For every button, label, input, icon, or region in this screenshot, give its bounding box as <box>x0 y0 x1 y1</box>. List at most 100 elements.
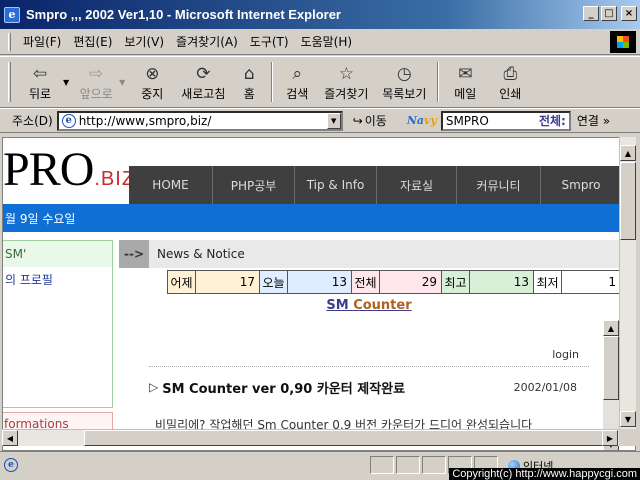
toolbar-separator <box>437 62 440 102</box>
nav-smpro[interactable]: Smpro <box>541 166 621 204</box>
forward-button[interactable]: ⇨ 앞으로 <box>73 58 119 106</box>
go-button[interactable]: ↪ 이동 <box>353 112 387 129</box>
counter-label: 최고 <box>442 271 470 293</box>
favorites-icon: ☆ <box>338 63 354 84</box>
page-favicon-icon: e <box>61 113 76 128</box>
menu-edit[interactable]: 편집(E) <box>67 33 118 50</box>
status-cell <box>396 456 420 474</box>
refresh-button[interactable]: ⟳ 새로고침 <box>175 58 231 106</box>
status-cell <box>370 456 394 474</box>
login-link[interactable]: login <box>552 348 579 361</box>
back-button[interactable]: ⇦ 뒤로 <box>17 58 63 106</box>
news-header: --> News & Notice <box>119 240 621 268</box>
scroll-up-icon[interactable]: ▲ <box>620 145 636 161</box>
post-date: 2002/01/08 <box>513 380 577 394</box>
search-button[interactable]: ⌕ 검색 <box>277 58 317 106</box>
counter-title-link[interactable]: SM Counter <box>119 298 619 313</box>
standard-toolbar: ⇦ 뒤로 ▼ ⇨ 앞으로 ▼ ⊗ 중지 ⟳ 새로고침 ⌂ 홈 ⌕ 검색 ☆ 즐겨… <box>0 56 640 108</box>
page-vertical-scrollbar[interactable]: ▲ ▼ <box>619 137 636 429</box>
browser-window: e Smpro ,,, 2002 Ver1,10 - Microsoft Int… <box>0 0 640 480</box>
scroll-down-icon[interactable]: ▼ <box>620 411 636 427</box>
site-nav: HOME PHP공부 Tip & Info 자료실 커뮤니티 Smpro <box>129 166 621 204</box>
scroll-right-icon[interactable]: ▶ <box>602 430 618 446</box>
history-button[interactable]: ◷ 목록보기 <box>375 58 433 106</box>
minimize-button[interactable]: _ <box>583 6 599 21</box>
page-done-icon: e <box>4 458 18 472</box>
home-icon: ⌂ <box>243 63 255 84</box>
scroll-left-icon[interactable]: ◀ <box>2 430 18 446</box>
address-bar: 주소(D) e http://www,smpro,biz/ ▼ ↪ 이동 Nav… <box>0 108 640 133</box>
history-label: 목록보기 <box>382 86 427 101</box>
ie-icon: e <box>4 6 20 23</box>
scrollbar-corner <box>619 429 636 446</box>
print-icon: ⎙ <box>503 63 518 84</box>
profile-box: SM' 의 프로필 <box>3 240 113 408</box>
menu-view[interactable]: 보기(V) <box>118 33 170 50</box>
post-bullet-icon: ▷ <box>149 380 159 394</box>
favorites-button[interactable]: ☆ 즐겨찾기 <box>317 58 375 106</box>
maximize-button[interactable]: □ <box>601 6 617 21</box>
navy-logo-part-a: Na <box>406 114 425 127</box>
main-content: --> News & Notice 어제 17 오늘 13 전체 29 최고 1… <box>119 240 621 450</box>
navy-search-value: SMPRO <box>445 113 489 128</box>
nav-archive[interactable]: 자료실 <box>377 166 457 204</box>
forward-arrow-icon: ⇨ <box>89 63 104 84</box>
counter-label: 전체 <box>352 271 380 293</box>
date-bar: 월 9일 수요일 <box>3 204 621 232</box>
menu-help[interactable]: 도움말(H) <box>295 33 359 50</box>
links-button[interactable]: 연결 » <box>577 112 610 129</box>
close-button[interactable]: × <box>621 6 637 21</box>
post-title[interactable]: SM Counter ver 0,90 카운터 제작완료 <box>162 378 405 397</box>
dotted-divider <box>149 366 589 367</box>
address-label: 주소(D) <box>12 114 53 128</box>
address-input[interactable]: e http://www,smpro,biz/ ▼ <box>56 110 343 131</box>
title-bar[interactable]: e Smpro ,,, 2002 Ver1,10 - Microsoft Int… <box>0 0 640 29</box>
stop-icon: ⊗ <box>145 63 160 84</box>
news-scroll-up-icon[interactable]: ▲ <box>603 320 619 336</box>
address-url: http://www,smpro,biz/ <box>78 113 212 128</box>
home-button[interactable]: ⌂ 홈 <box>231 58 267 106</box>
refresh-label: 새로고침 <box>181 86 226 101</box>
back-label: 뒤로 <box>28 86 52 101</box>
navy-search-scope: 전체: <box>538 114 566 128</box>
news-scroll-thumb[interactable] <box>603 336 619 400</box>
page-viewport[interactable]: PRO.BIZ HOME PHP공부 Tip & Info 자료실 커뮤니티 S… <box>2 137 636 451</box>
counter-value: 1 <box>562 271 620 293</box>
address-dropdown-icon[interactable]: ▼ <box>326 112 341 129</box>
navy-logo-part-b: vy <box>424 114 437 127</box>
left-panel: SM' 의 프로필 formations <box>3 240 113 436</box>
stop-button[interactable]: ⊗ 중지 <box>129 58 175 106</box>
counter-value: 13 <box>288 271 352 293</box>
refresh-icon: ⟳ <box>196 63 211 84</box>
window-title: Smpro ,,, 2002 Ver1,10 - Microsoft Inter… <box>26 7 341 22</box>
menu-file[interactable]: 파일(F) <box>17 33 67 50</box>
forward-dropdown-icon[interactable]: ▼ <box>119 78 125 87</box>
print-button[interactable]: ⎙ 인쇄 <box>487 58 533 106</box>
nav-tip-info[interactable]: Tip & Info <box>295 166 377 204</box>
navy-search-input[interactable]: SMPRO 전체: <box>440 110 571 131</box>
mail-label: 메일 <box>454 86 477 101</box>
back-arrow-icon: ⇦ <box>32 63 48 84</box>
copyright-overlay: Copyright(c) http://www.happycgi.com <box>449 468 640 480</box>
site-logo[interactable]: PRO.BIZ <box>3 146 135 203</box>
news-arrow-icon: --> <box>119 240 149 268</box>
page-horizontal-scrollbar[interactable]: ◀ ▶ <box>2 429 619 446</box>
search-label: 검색 <box>286 86 309 101</box>
profile-link[interactable]: 의 프로필 <box>3 267 112 292</box>
menu-tools[interactable]: 도구(T) <box>244 33 295 50</box>
favorites-label: 즐겨찾기 <box>324 86 369 101</box>
status-cell <box>422 456 446 474</box>
nav-community[interactable]: 커뮤니티 <box>457 166 541 204</box>
menu-favorites[interactable]: 즐겨찾기(A) <box>170 33 244 50</box>
horizontal-scroll-thumb[interactable] <box>84 430 608 446</box>
nav-home[interactable]: HOME <box>129 166 213 204</box>
vertical-scroll-thumb[interactable] <box>620 162 636 240</box>
news-post[interactable]: ▷ SM Counter ver 0,90 카운터 제작완료 2002/01/0… <box>149 376 589 398</box>
counter-value: 29 <box>380 271 442 293</box>
counter-value: 13 <box>470 271 534 293</box>
nav-php[interactable]: PHP공부 <box>213 166 295 204</box>
menu-bar: 파일(F) 편집(E) 보기(V) 즐겨찾기(A) 도구(T) 도움말(H) <box>0 29 640 55</box>
mail-button[interactable]: ✉ 메일 <box>443 58 487 106</box>
back-dropdown-icon[interactable]: ▼ <box>63 78 69 87</box>
toolbar-grip <box>8 62 11 102</box>
